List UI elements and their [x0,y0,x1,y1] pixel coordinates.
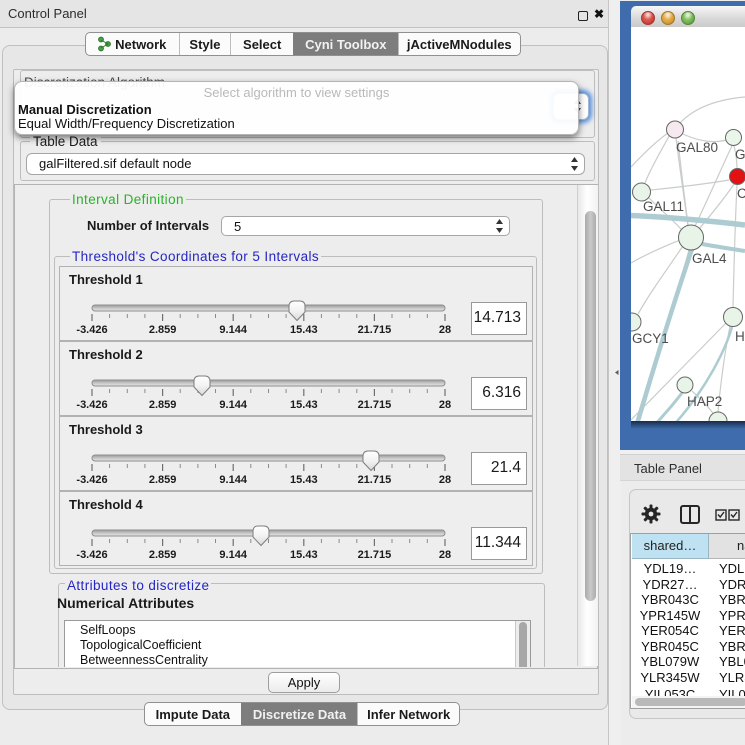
svg-text:15.43: 15.43 [290,324,318,336]
svg-text:28: 28 [439,549,451,561]
svg-text:HAP2: HAP2 [687,394,722,409]
svg-text:GA: GA [735,147,745,162]
svg-text:28: 28 [439,474,451,486]
svg-text:9.144: 9.144 [219,399,247,411]
svg-text:15.43: 15.43 [290,549,318,561]
svg-text:28: 28 [439,324,451,336]
svg-text:C: C [737,186,745,201]
svg-text:-3.426: -3.426 [76,324,107,336]
svg-text:GAL4: GAL4 [692,251,727,266]
svg-text:21.715: 21.715 [358,399,392,411]
svg-text:-3.426: -3.426 [76,474,107,486]
svg-text:2.859: 2.859 [149,474,177,486]
svg-text:21.715: 21.715 [358,324,392,336]
svg-text:2.859: 2.859 [149,399,177,411]
svg-text:9.144: 9.144 [219,474,247,486]
svg-text:H: H [735,329,745,344]
svg-text:15.43: 15.43 [290,399,318,411]
svg-text:GCY1: GCY1 [632,331,669,346]
svg-text:21.715: 21.715 [358,549,392,561]
svg-text:GAL11: GAL11 [643,199,684,214]
svg-text:9.144: 9.144 [219,324,247,336]
svg-text:28: 28 [439,399,451,411]
svg-text:15.43: 15.43 [290,474,318,486]
svg-text:2.859: 2.859 [149,324,177,336]
svg-text:9.144: 9.144 [219,549,247,561]
svg-text:GAL80: GAL80 [676,140,718,155]
svg-text:-3.426: -3.426 [76,399,107,411]
svg-text:21.715: 21.715 [358,474,392,486]
svg-text:-3.426: -3.426 [76,549,107,561]
svg-text:2.859: 2.859 [149,549,177,561]
